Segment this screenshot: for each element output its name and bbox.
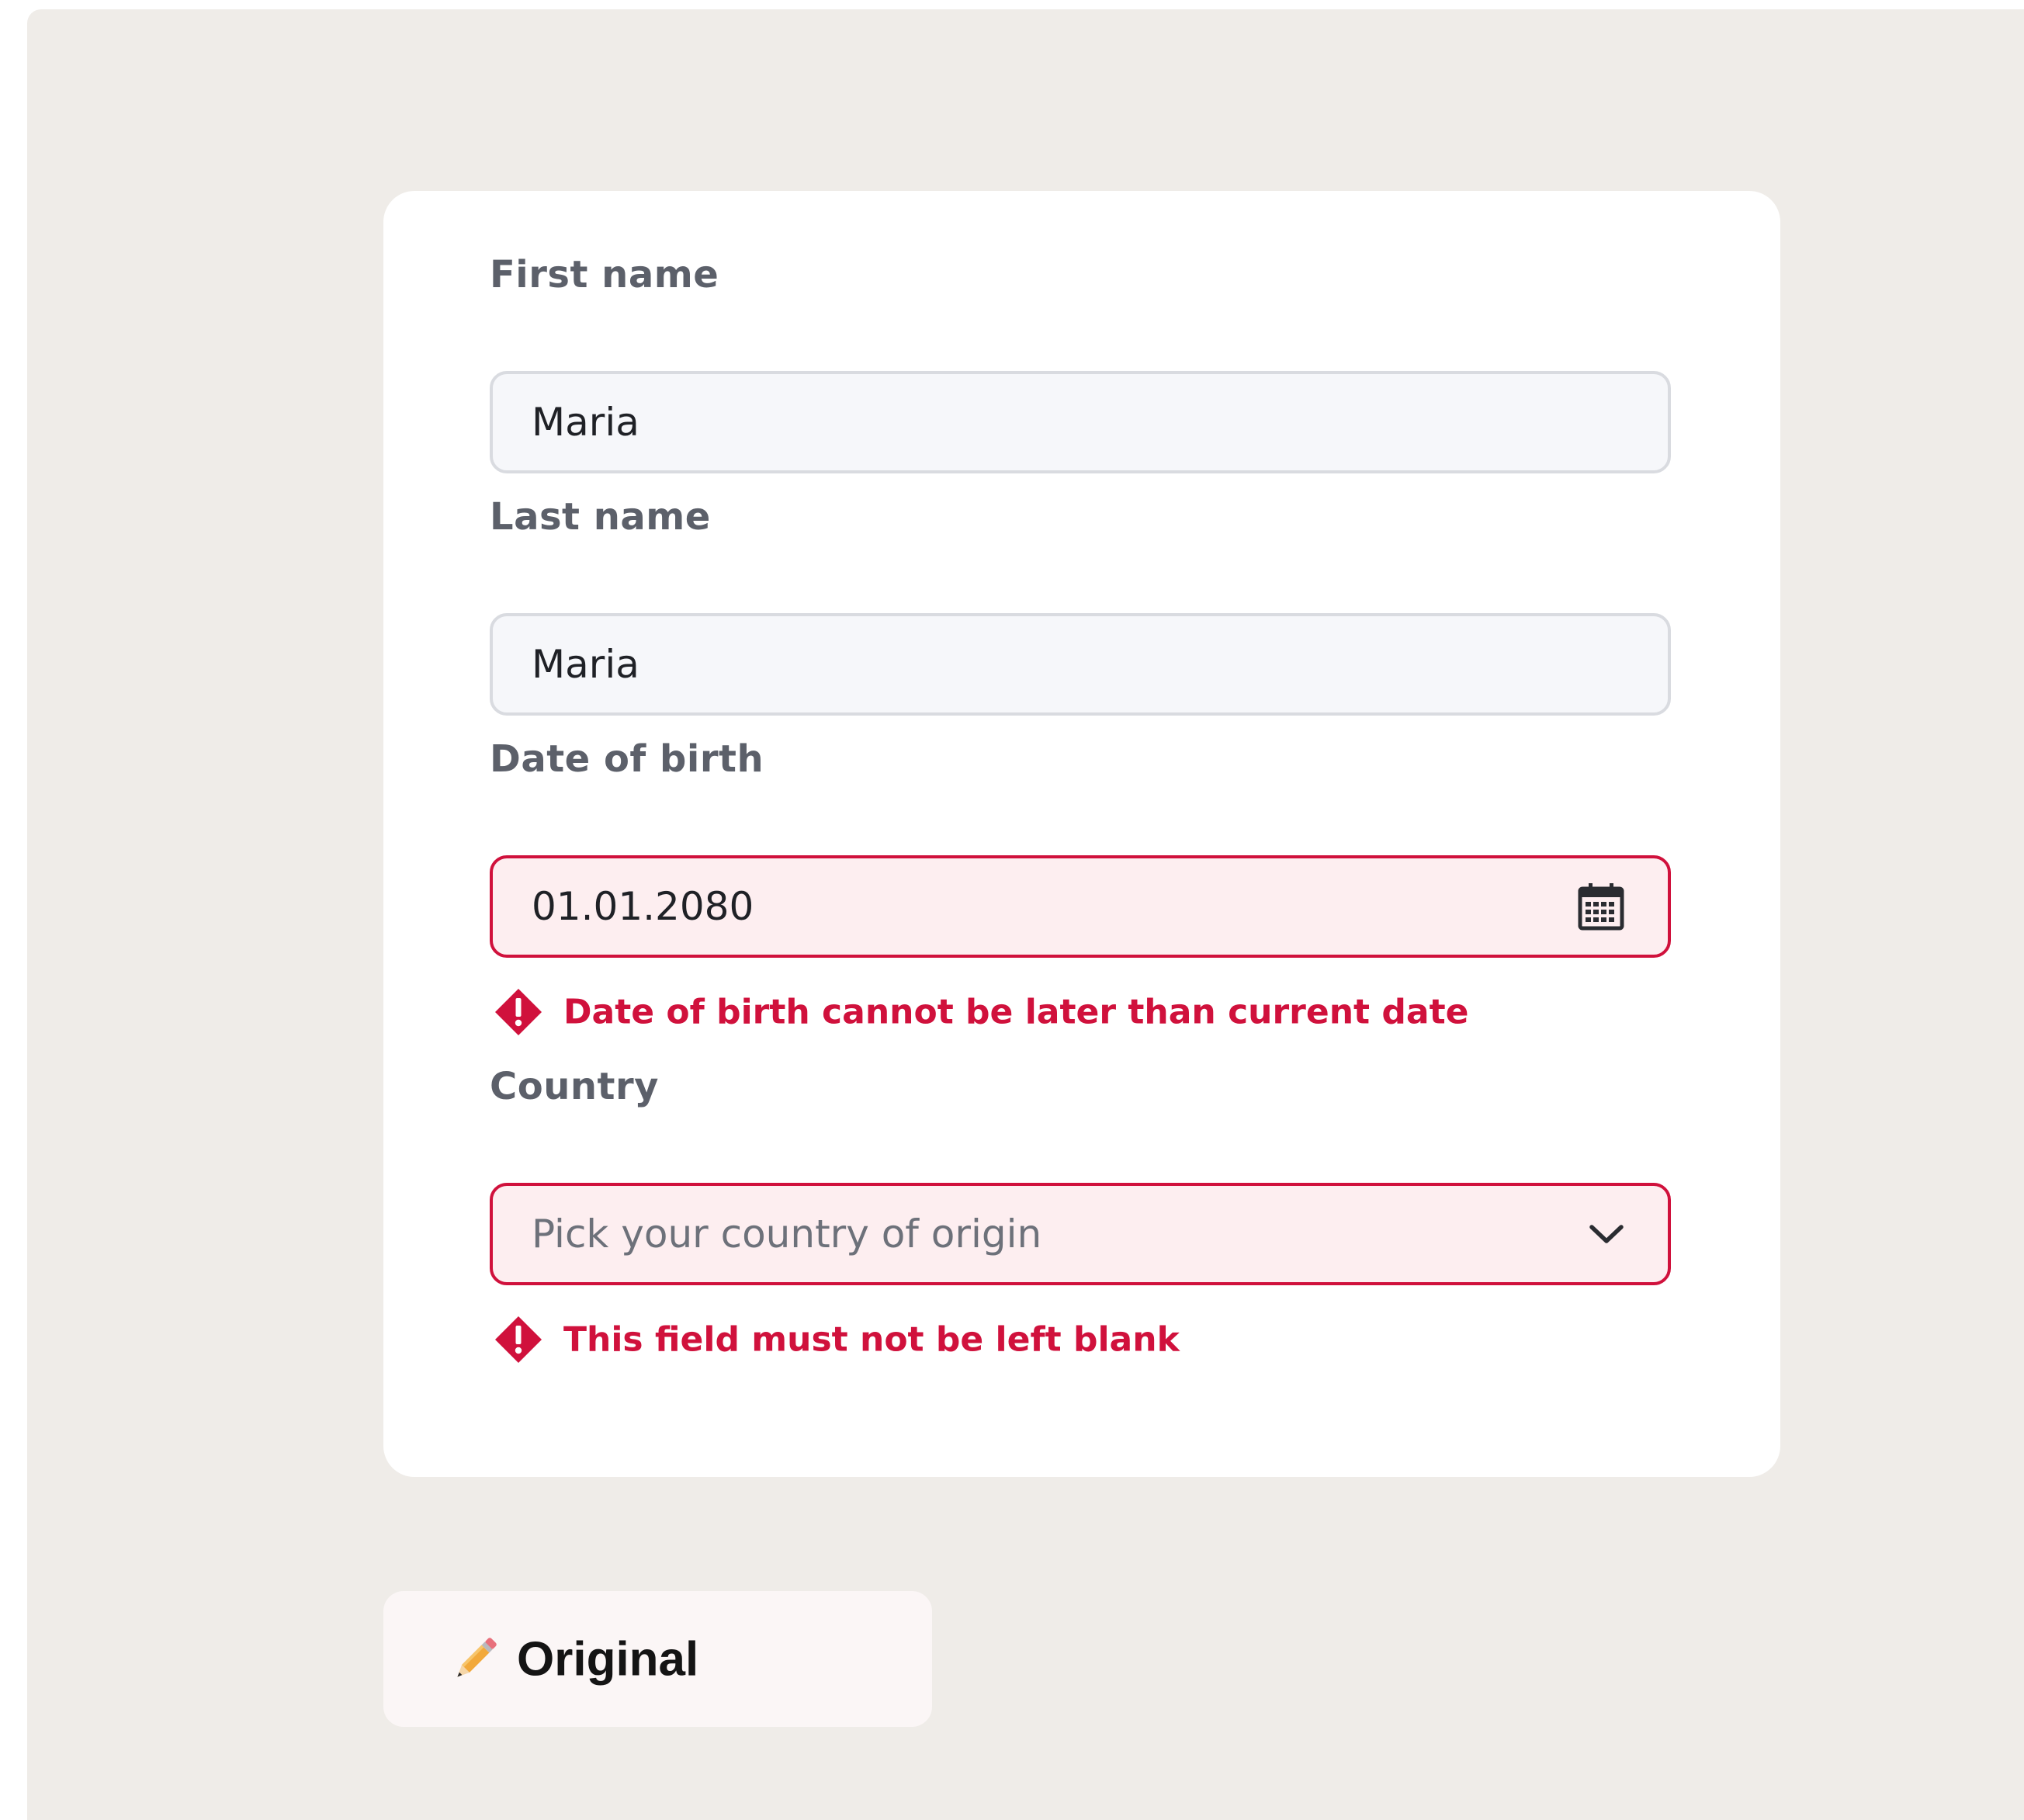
pencil-icon (447, 1631, 503, 1687)
country-error-text: This field must not be left blank (563, 1319, 1180, 1360)
date-of-birth-value: 01.01.2080 (532, 884, 754, 929)
first-name-label: First name (490, 253, 719, 296)
calendar-icon[interactable] (1578, 882, 1624, 931)
date-of-birth-label: Date of birth (490, 737, 764, 781)
first-name-value: Maria (532, 400, 639, 445)
last-name-field[interactable]: Maria (490, 613, 1671, 716)
date-of-birth-error-text: Date of birth cannot be later than curre… (563, 992, 1469, 1032)
country-placeholder: Pick your country of origin (532, 1212, 1042, 1257)
form-card: First name Maria Last name Maria Date of… (383, 191, 1780, 1477)
chevron-down-icon[interactable] (1589, 1223, 1624, 1245)
last-name-label: Last name (490, 495, 711, 539)
original-toggle-button[interactable]: Original (383, 1591, 932, 1727)
country-select[interactable]: Pick your country of origin (490, 1183, 1671, 1285)
country-label: Country (490, 1065, 659, 1108)
page-background: First name Maria Last name Maria Date of… (27, 9, 2024, 1820)
first-name-field[interactable]: Maria (490, 371, 1671, 473)
error-icon (494, 987, 543, 1037)
date-of-birth-field[interactable]: 01.01.2080 (490, 855, 1671, 958)
original-toggle-label: Original (517, 1632, 699, 1686)
last-name-value: Maria (532, 642, 639, 687)
error-icon (494, 1315, 543, 1364)
